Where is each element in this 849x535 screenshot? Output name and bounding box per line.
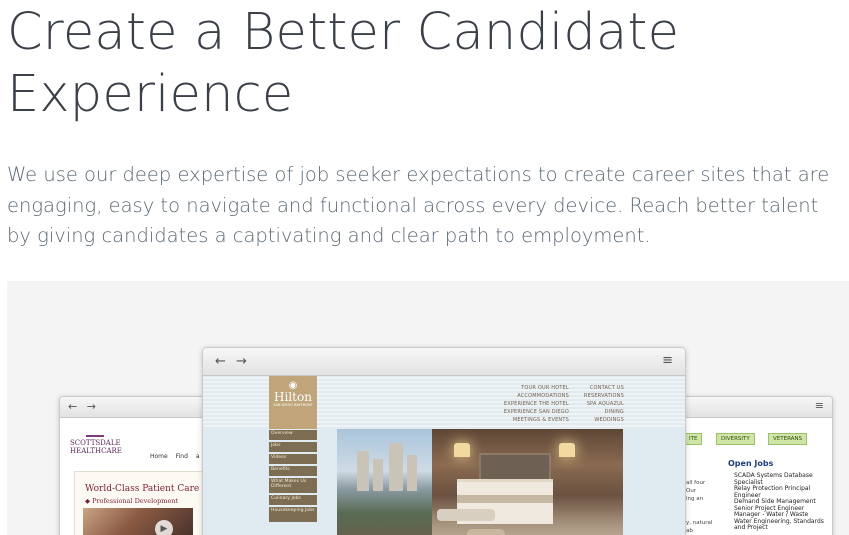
job-list: SCADA Systems Database Specialist Relay … bbox=[734, 472, 824, 532]
play-icon: ▶ bbox=[155, 520, 173, 535]
hero-title: World-Class Patient Care bbox=[85, 484, 200, 494]
browser-toolbar: ← → ≡ bbox=[203, 348, 685, 376]
side-text: all four Our ing an y, natural ab bbox=[686, 480, 713, 534]
hero-photo bbox=[83, 508, 193, 535]
sidebar-item-overview: Overview bbox=[269, 430, 317, 440]
back-forward-icons: ← → bbox=[215, 354, 250, 369]
sidebar-item-culinary: Culinary Jobs bbox=[269, 495, 317, 505]
bench bbox=[437, 509, 495, 521]
logo-sub: SAN DIEGO BAYFRONT bbox=[273, 403, 313, 407]
hamburger-menu-icon: ≡ bbox=[814, 399, 824, 412]
lamp bbox=[454, 443, 470, 457]
intro-paragraph: We use our deep expertise of job seeker … bbox=[7, 163, 830, 247]
sidebar-item-videos: Videos bbox=[269, 454, 317, 464]
career-site-showcase: ← → SCOTTSDALE HEALTHCARE Home Find a Do… bbox=[7, 281, 849, 535]
logo-line-2: HEALTHCARE bbox=[70, 447, 122, 455]
site-nav-primary: TOUR OUR HOTEL ACCOMMODATIONS EXPERIENCE… bbox=[503, 385, 569, 423]
sidebar-item-benefits: Benefits bbox=[269, 466, 317, 476]
page-headline: Create a Better Candidate Experience bbox=[7, 3, 680, 124]
browser-window-hilton: ← → ≡ ◉ Hilton SAN DIEGO BAYFRONT TOUR O… bbox=[202, 347, 686, 535]
sidebar-item-different: What Makes Us Different bbox=[269, 478, 317, 493]
hamburger-menu-icon: ≡ bbox=[662, 353, 673, 368]
list-item: Manager - Water / Waste Water Engineerin… bbox=[734, 511, 824, 531]
tab-diversity: DIVERSITY bbox=[716, 433, 755, 445]
site-sidebar: Overview Jobs Videos Benefits What Makes… bbox=[269, 430, 317, 524]
hotel-room-photo bbox=[337, 429, 623, 535]
sidebar-item-housekeeping: Housekeeping Jobs bbox=[269, 507, 317, 522]
lamp bbox=[559, 443, 575, 457]
city-view-photo bbox=[337, 429, 432, 535]
ottoman bbox=[467, 529, 505, 535]
logo-line-1: SCOTTSDALE bbox=[70, 439, 121, 447]
hero-banner: World-Class Patient Care ◆ Professional … bbox=[74, 471, 204, 535]
back-forward-icons: ← → bbox=[68, 400, 99, 413]
tab-veterans: VETERANS bbox=[768, 433, 808, 445]
hilton-logo: ◉ Hilton SAN DIEGO BAYFRONT bbox=[269, 376, 317, 429]
tab-site: ITE bbox=[684, 433, 703, 445]
site-nav-secondary: CONTACT US RESERVATIONS SPA AQUAZUL DINI… bbox=[583, 385, 624, 423]
sidebar-item-jobs: Jobs bbox=[269, 442, 317, 452]
open-jobs-heading: Open Jobs bbox=[728, 459, 774, 468]
logo-name: Hilton bbox=[274, 390, 312, 404]
hero-subtitle: ◆ Professional Development bbox=[85, 497, 179, 505]
scottsdale-logo: SCOTTSDALE HEALTHCARE bbox=[70, 427, 122, 455]
logo-mark-icon bbox=[86, 427, 104, 437]
